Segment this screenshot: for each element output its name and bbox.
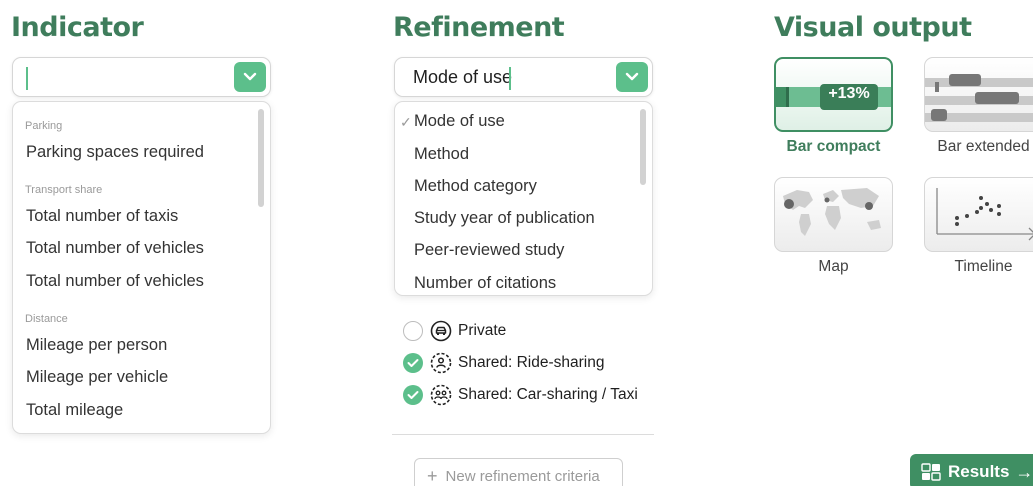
viz-option-bar-extended[interactable] <box>924 57 1033 132</box>
viz-label-timeline[interactable]: Timeline <box>924 258 1033 276</box>
option-method[interactable]: Method <box>414 145 469 164</box>
mode-label: Private <box>458 322 507 339</box>
chevron-down-icon <box>243 72 257 81</box>
mode-label: Shared: Car-sharing / Taxi <box>458 386 638 403</box>
indicator-dropdown-button[interactable] <box>234 62 266 92</box>
new-refinement-button[interactable]: + New refinement criteria <box>414 458 623 486</box>
checkbox-checked[interactable] <box>403 353 423 373</box>
group-label-transport-share: Transport share <box>25 184 103 196</box>
refinement-scrollbar[interactable] <box>640 109 646 185</box>
new-refinement-label: New refinement criteria <box>445 467 600 485</box>
results-label: Results <box>948 462 1010 481</box>
option-total-mileage[interactable]: Total mileage <box>26 401 123 420</box>
option-peer-reviewed-study[interactable]: Peer-reviewed study <box>414 241 564 260</box>
viz-option-map[interactable] <box>774 177 893 252</box>
option-parking-spaces-required[interactable]: Parking spaces required <box>26 143 204 162</box>
viz-label-bar-compact[interactable]: Bar compact <box>774 138 893 156</box>
option-method-category[interactable]: Method category <box>414 177 537 196</box>
person-icon <box>430 352 452 374</box>
refinement-title: Refinement <box>393 12 565 43</box>
chevron-down-icon <box>625 72 639 81</box>
checkmark-icon: ✓ <box>400 114 412 130</box>
viz-label-bar-extended[interactable]: Bar extended <box>924 138 1033 156</box>
refinement-dropdown-list: ✓ Mode of use Method Method category Stu… <box>394 101 653 296</box>
text-cursor <box>26 67 28 90</box>
mode-label: Shared: Ride-sharing <box>458 354 605 371</box>
viz-option-bar-compact[interactable]: +13% <box>774 57 893 132</box>
option-total-number-of-vehicles-2[interactable]: Total number of vehicles <box>26 272 204 291</box>
world-map-icon <box>783 188 881 236</box>
timeline-scatter-icon <box>936 188 1033 241</box>
bar-extended-thumbnail-icon <box>925 74 1033 122</box>
checkbox-unchecked[interactable] <box>403 321 423 341</box>
checkbox-checked[interactable] <box>403 385 423 405</box>
table-icon <box>921 463 941 481</box>
arrow-right-icon: → <box>1015 461 1033 482</box>
group-label-distance: Distance <box>25 313 68 325</box>
car-icon <box>430 320 452 342</box>
indicator-scrollbar[interactable] <box>258 109 264 207</box>
viz-option-timeline[interactable] <box>924 177 1033 252</box>
option-mileage-per-person[interactable]: Mileage per person <box>26 336 167 355</box>
mode-private[interactable]: Private <box>403 320 506 342</box>
mode-ride-sharing[interactable]: Shared: Ride-sharing <box>403 352 604 374</box>
option-mode-of-use[interactable]: Mode of use <box>414 112 505 131</box>
indicator-select[interactable] <box>12 57 271 97</box>
option-total-number-of-vehicles[interactable]: Total number of vehicles <box>26 239 204 258</box>
refinement-select-value[interactable]: Mode of use <box>413 67 512 88</box>
group-label-parking: Parking <box>25 120 63 132</box>
option-mileage-per-vehicle[interactable]: Mileage per vehicle <box>26 368 168 387</box>
option-study-year-of-publication[interactable]: Study year of publication <box>414 209 595 228</box>
bar-compact-badge: +13% <box>828 85 870 102</box>
visual-output-title: Visual output <box>774 12 972 43</box>
indicator-title: Indicator <box>11 12 144 43</box>
option-total-number-of-taxis[interactable]: Total number of taxis <box>26 207 178 226</box>
refinement-select[interactable]: Mode of use <box>394 57 653 97</box>
viz-label-map[interactable]: Map <box>774 258 893 276</box>
refinement-dropdown-button[interactable] <box>616 62 648 92</box>
plus-icon: + <box>427 465 438 486</box>
indicator-dropdown-list: Parking Parking spaces required Transpor… <box>12 101 271 434</box>
check-icon <box>407 359 419 367</box>
check-icon <box>407 391 419 399</box>
group-icon <box>430 384 452 406</box>
text-cursor <box>509 67 511 90</box>
mode-car-sharing-taxi[interactable]: Shared: Car-sharing / Taxi <box>403 384 638 406</box>
option-number-of-citations[interactable]: Number of citations <box>414 274 556 293</box>
results-button[interactable]: Results → <box>910 454 1033 486</box>
divider <box>392 434 654 435</box>
